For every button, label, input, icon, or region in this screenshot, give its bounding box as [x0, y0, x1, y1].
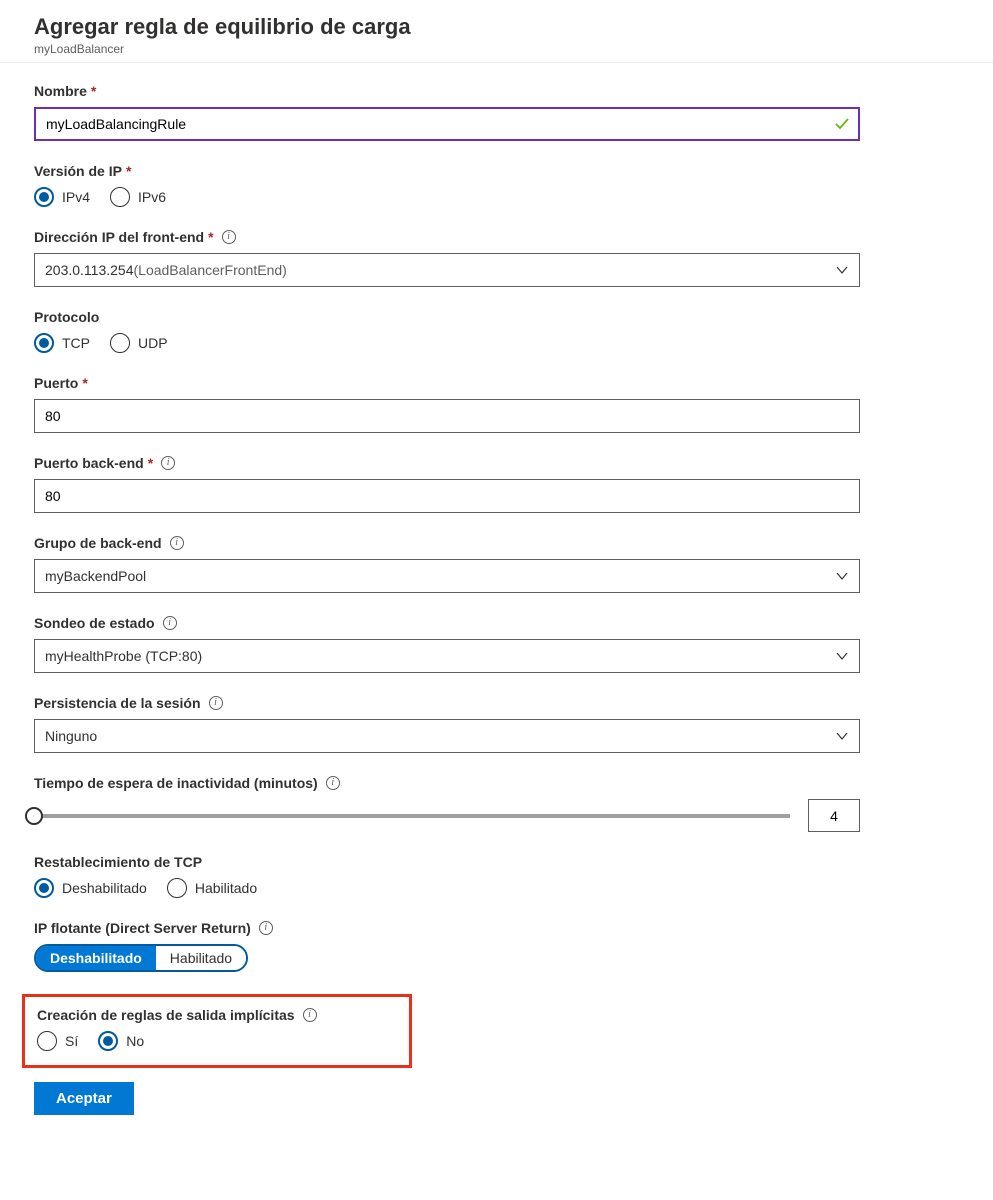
floating-ip-label: IP flotante (Direct Server Return) i: [34, 920, 959, 936]
field-ip-version: Versión de IP * IPv4 IPv6: [34, 163, 959, 207]
ipv6-radio[interactable]: IPv6: [110, 187, 166, 207]
field-outbound-rules: Creación de reglas de salida implícitas …: [37, 1007, 397, 1051]
udp-radio[interactable]: UDP: [110, 333, 168, 353]
chevron-down-icon: [835, 569, 849, 583]
backend-group-select[interactable]: myBackendPool: [34, 559, 860, 593]
name-label: Nombre *: [34, 83, 959, 99]
info-icon[interactable]: i: [326, 776, 340, 790]
chevron-down-icon: [835, 729, 849, 743]
idle-timeout-value[interactable]: [808, 799, 860, 832]
backend-port-input[interactable]: [34, 479, 860, 513]
info-icon[interactable]: i: [163, 616, 177, 630]
port-label: Puerto *: [34, 375, 959, 391]
outbound-yes-radio[interactable]: Sí: [37, 1031, 78, 1051]
ipv4-radio[interactable]: IPv4: [34, 187, 90, 207]
backend-port-label: Puerto back-end * i: [34, 455, 959, 471]
field-floating-ip: IP flotante (Direct Server Return) i Des…: [34, 920, 959, 972]
info-icon[interactable]: i: [209, 696, 223, 710]
outbound-rules-highlight: Creación de reglas de salida implícitas …: [22, 994, 412, 1068]
accept-button[interactable]: Aceptar: [34, 1082, 134, 1115]
protocol-label: Protocolo: [34, 309, 959, 325]
field-protocol: Protocolo TCP UDP: [34, 309, 959, 353]
resource-subtitle: myLoadBalancer: [34, 42, 959, 56]
frontend-ip-select[interactable]: 203.0.113.254(LoadBalancerFrontEnd): [34, 253, 860, 287]
tcp-radio[interactable]: TCP: [34, 333, 90, 353]
info-icon[interactable]: i: [259, 921, 273, 935]
backend-group-label: Grupo de back-end i: [34, 535, 959, 551]
field-port: Puerto *: [34, 375, 959, 433]
tcp-reset-enabled-radio[interactable]: Habilitado: [167, 878, 257, 898]
ip-version-label: Versión de IP *: [34, 163, 959, 179]
tcp-reset-disabled-radio[interactable]: Deshabilitado: [34, 878, 147, 898]
chevron-down-icon: [835, 263, 849, 277]
health-probe-select[interactable]: myHealthProbe (TCP:80): [34, 639, 860, 673]
field-health-probe: Sondeo de estado i myHealthProbe (TCP:80…: [34, 615, 959, 673]
info-icon[interactable]: i: [222, 230, 236, 244]
page-title: Agregar regla de equilibrio de carga: [34, 14, 959, 40]
field-backend-port: Puerto back-end * i: [34, 455, 959, 513]
field-session-persistence: Persistencia de la sesión i Ninguno: [34, 695, 959, 753]
field-frontend-ip: Dirección IP del front-end * i 203.0.113…: [34, 229, 959, 287]
outbound-rules-label: Creación de reglas de salida implícitas …: [37, 1007, 397, 1023]
port-input[interactable]: [34, 399, 860, 433]
chevron-down-icon: [835, 649, 849, 663]
tcp-reset-label: Restablecimiento de TCP: [34, 854, 959, 870]
info-icon[interactable]: i: [170, 536, 184, 550]
frontend-ip-label: Dirección IP del front-end * i: [34, 229, 959, 245]
outbound-no-radio[interactable]: No: [98, 1031, 144, 1051]
persistence-label: Persistencia de la sesión i: [34, 695, 959, 711]
field-idle-timeout: Tiempo de espera de inactividad (minutos…: [34, 775, 959, 832]
name-input[interactable]: [34, 107, 860, 141]
field-tcp-reset: Restablecimiento de TCP Deshabilitado Ha…: [34, 854, 959, 898]
info-icon[interactable]: i: [303, 1008, 317, 1022]
health-probe-label: Sondeo de estado i: [34, 615, 959, 631]
floating-ip-disabled-option[interactable]: Deshabilitado: [36, 946, 156, 970]
slider-thumb[interactable]: [25, 807, 43, 825]
info-icon[interactable]: i: [161, 456, 175, 470]
floating-ip-toggle[interactable]: Deshabilitado Habilitado: [34, 944, 248, 972]
field-backend-group: Grupo de back-end i myBackendPool: [34, 535, 959, 593]
panel-header: Agregar regla de equilibrio de carga myL…: [0, 0, 993, 63]
checkmark-icon: [834, 116, 850, 132]
floating-ip-enabled-option[interactable]: Habilitado: [156, 946, 246, 970]
field-name: Nombre *: [34, 83, 959, 141]
idle-timeout-slider[interactable]: [34, 814, 790, 818]
persistence-select[interactable]: Ninguno: [34, 719, 860, 753]
idle-timeout-label: Tiempo de espera de inactividad (minutos…: [34, 775, 959, 791]
